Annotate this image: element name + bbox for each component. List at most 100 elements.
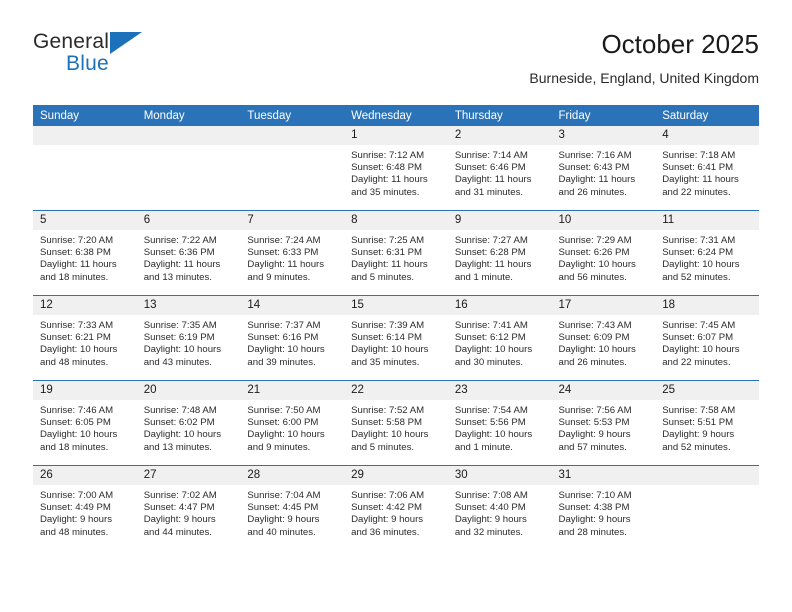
calendar-day-cell[interactable]: 22 Sunrise: 7:52 AM Sunset: 5:58 PM Dayligh… [344,380,448,466]
day-details: Sunrise: 7:52 AM Sunset: 5:58 PM Daylight:… [344,401,448,454]
sunrise-text: Sunrise: 7:10 AM [558,490,632,501]
sunrise-text: Sunrise: 7:52 AM [351,405,425,416]
day-details: Sunrise: 7:33 AM Sunset: 6:21 PM Daylight:… [33,316,137,369]
calendar-day-cell[interactable]: 15 Sunrise: 7:39 AM Sunset: 6:14 PM Dayligh… [344,295,448,381]
logo-text-blue: Blue [66,52,109,75]
day-details: Sunrise: 7:18 AM Sunset: 6:41 PM Daylight:… [655,146,759,199]
day-number: 3 [551,126,656,146]
daylight-text-line1: Daylight: 10 hours [351,344,429,356]
calendar-day-cell[interactable]: 31 Sunrise: 7:10 AM Sunset: 4:38 PM Dayligh… [551,465,656,550]
sunset-text: Sunset: 4:49 PM [40,502,111,514]
day-cell-inner [136,126,241,210]
calendar-day-cell[interactable]: 6 Sunrise: 7:22 AM Sunset: 6:36 PM Daylight… [136,210,241,296]
calendar-day-cell[interactable]: 10 Sunrise: 7:29 AM Sunset: 6:26 PM Dayligh… [551,210,656,296]
calendar-day-cell[interactable]: 8 Sunrise: 7:25 AM Sunset: 6:31 PM Daylight… [344,210,448,296]
day-details: Sunrise: 7:46 AM Sunset: 6:05 PM Daylight:… [33,401,137,454]
calendar-day-cell[interactable]: 30 Sunrise: 7:08 AM Sunset: 4:40 PM Dayligh… [447,465,552,550]
calendar-day-cell[interactable]: 25 Sunrise: 7:58 AM Sunset: 5:51 PM Dayligh… [655,380,759,466]
day-cell-inner: 24 Sunrise: 7:56 AM Sunset: 5:53 PM Dayligh… [551,381,656,465]
calendar-day-cell[interactable]: 14 Sunrise: 7:37 AM Sunset: 6:16 PM Dayligh… [240,295,345,381]
calendar-day-cell[interactable]: 7 Sunrise: 7:24 AM Sunset: 6:33 PM Daylight… [240,210,345,296]
daylight-text-line1: Daylight: 10 hours [247,344,325,356]
daylight-text-line1: Daylight: 10 hours [454,429,533,441]
day-details: Sunrise: 7:08 AM Sunset: 4:40 PM Daylight:… [448,486,552,539]
daylight-text-line1: Daylight: 10 hours [454,344,533,356]
daylight-text-line2: and 52 minutes. [662,271,731,283]
sunset-text: Sunset: 5:53 PM [558,417,630,429]
day-number: 11 [655,211,759,231]
sunrise-text: Sunrise: 7:18 AM [662,150,736,161]
sunrise-text: Sunrise: 7:48 AM [143,405,217,416]
location-subtitle: Burneside, England, United Kingdom [529,70,759,86]
daylight-text-line1: Daylight: 11 hours [351,174,428,186]
daylight-text-line2: and 36 minutes. [351,526,420,538]
sunset-text: Sunset: 6:41 PM [662,162,734,174]
calendar-day-cell[interactable]: 17 Sunrise: 7:43 AM Sunset: 6:09 PM Dayligh… [551,295,656,381]
calendar-day-cell[interactable]: 29 Sunrise: 7:06 AM Sunset: 4:42 PM Dayligh… [344,465,448,550]
sunrise-text: Sunrise: 7:27 AM [454,235,528,246]
calendar-day-cell[interactable]: 24 Sunrise: 7:56 AM Sunset: 5:53 PM Dayligh… [551,380,656,466]
sunset-text: Sunset: 4:47 PM [143,502,215,514]
calendar-day-cell[interactable]: 4 Sunrise: 7:18 AM Sunset: 6:41 PM Daylight… [655,126,759,211]
day-details: Sunrise: 7:12 AM Sunset: 6:48 PM Daylight:… [344,146,448,199]
daylight-text-line2: and 32 minutes. [454,526,524,538]
sunrise-text: Sunrise: 7:04 AM [247,490,321,501]
daylight-text-line1: Daylight: 10 hours [351,429,429,441]
day-number: 10 [551,211,656,231]
day-cell-inner: 12 Sunrise: 7:33 AM Sunset: 6:21 PM Dayligh… [33,296,137,380]
calendar-day-cell[interactable]: 21 Sunrise: 7:50 AM Sunset: 6:00 PM Dayligh… [240,380,345,466]
sunset-text: Sunset: 6:14 PM [351,332,423,344]
calendar-day-cell[interactable]: 11 Sunrise: 7:31 AM Sunset: 6:24 PM Dayligh… [655,210,759,296]
day-cell-inner: 26 Sunrise: 7:00 AM Sunset: 4:49 PM Dayligh… [33,466,137,550]
page-title: October 2025 [601,29,759,59]
day-details: Sunrise: 7:02 AM Sunset: 4:47 PM Daylight:… [137,486,241,539]
calendar-day-cell[interactable]: 13 Sunrise: 7:35 AM Sunset: 6:19 PM Dayligh… [136,295,241,381]
calendar-day-cell[interactable]: 20 Sunrise: 7:48 AM Sunset: 6:02 PM Dayligh… [136,380,241,466]
day-number: 22 [344,381,448,401]
sunrise-text: Sunrise: 7:16 AM [558,150,632,161]
day-number: 12 [33,296,137,316]
calendar-day-cell[interactable]: 3 Sunrise: 7:16 AM Sunset: 6:43 PM Daylight… [551,126,656,211]
sunrise-text: Sunrise: 7:46 AM [40,405,114,416]
calendar-day-cell[interactable]: 12 Sunrise: 7:33 AM Sunset: 6:21 PM Dayligh… [33,295,137,381]
weekday-header-tuesday: Tuesday [240,105,345,126]
calendar-day-cell[interactable]: 27 Sunrise: 7:02 AM Sunset: 4:47 PM Dayligh… [136,465,241,550]
weekday-header-wednesday: Wednesday [344,105,448,126]
day-details: Sunrise: 7:58 AM Sunset: 5:51 PM Daylight:… [655,401,759,454]
daylight-text-line2: and 13 minutes. [143,271,212,283]
daylight-text-line2: and 5 minutes. [351,441,415,453]
calendar-day-cell[interactable]: 19 Sunrise: 7:46 AM Sunset: 6:05 PM Dayligh… [33,380,137,466]
sunrise-text: Sunrise: 7:20 AM [40,235,114,246]
daylight-text-line1: Daylight: 9 hours [40,514,112,526]
day-details: Sunrise: 7:50 AM Sunset: 6:00 PM Daylight:… [240,401,344,454]
calendar-day-cell[interactable]: 23 Sunrise: 7:54 AM Sunset: 5:56 PM Dayligh… [447,380,552,466]
sunset-text: Sunset: 6:36 PM [143,247,215,259]
calendar-day-cell[interactable]: 2 Sunrise: 7:14 AM Sunset: 6:46 PM Daylight… [447,126,552,211]
calendar-day-cell[interactable]: 1 Sunrise: 7:12 AM Sunset: 6:48 PM Daylight… [344,126,448,211]
logo-text-general: General [33,30,110,53]
daylight-text-line2: and 35 minutes. [351,356,420,368]
day-details: Sunrise: 7:04 AM Sunset: 4:45 PM Daylight:… [240,486,344,539]
calendar-day-cell[interactable]: 16 Sunrise: 7:41 AM Sunset: 6:12 PM Dayligh… [447,295,552,381]
daylight-text-line1: Daylight: 11 hours [143,259,221,271]
daylight-text-line1: Daylight: 10 hours [143,429,222,441]
calendar-day-cell[interactable]: 28 Sunrise: 7:04 AM Sunset: 4:45 PM Dayligh… [240,465,345,550]
daylight-text-line1: Daylight: 11 hours [247,259,325,271]
day-details: Sunrise: 7:20 AM Sunset: 6:38 PM Daylight:… [33,231,137,284]
weekday-header-monday: Monday [136,105,241,126]
weekday-header-row: Sunday Monday Tuesday Wednesday Thursday… [33,105,759,126]
calendar-day-cell[interactable]: 9 Sunrise: 7:27 AM Sunset: 6:28 PM Daylight… [447,210,552,296]
daylight-text-line1: Daylight: 11 hours [351,259,428,271]
day-number: 16 [447,296,552,316]
day-number: 5 [33,211,137,231]
day-cell-inner: 9 Sunrise: 7:27 AM Sunset: 6:28 PM Daylight… [447,211,552,295]
calendar-day-cell[interactable]: 5 Sunrise: 7:20 AM Sunset: 6:38 PM Daylight… [33,210,137,296]
calendar-day-cell-empty [240,126,345,211]
general-blue-logo[interactable]: General Blue [33,30,233,86]
sunrise-text: Sunrise: 7:12 AM [351,150,425,161]
day-details: Sunrise: 7:27 AM Sunset: 6:28 PM Daylight:… [448,231,552,284]
sunset-text: Sunset: 6:02 PM [143,417,215,429]
sunset-text: Sunset: 6:48 PM [351,162,423,174]
calendar-day-cell[interactable]: 18 Sunrise: 7:45 AM Sunset: 6:07 PM Dayligh… [655,295,759,381]
calendar-day-cell[interactable]: 26 Sunrise: 7:00 AM Sunset: 4:49 PM Dayligh… [33,465,137,550]
